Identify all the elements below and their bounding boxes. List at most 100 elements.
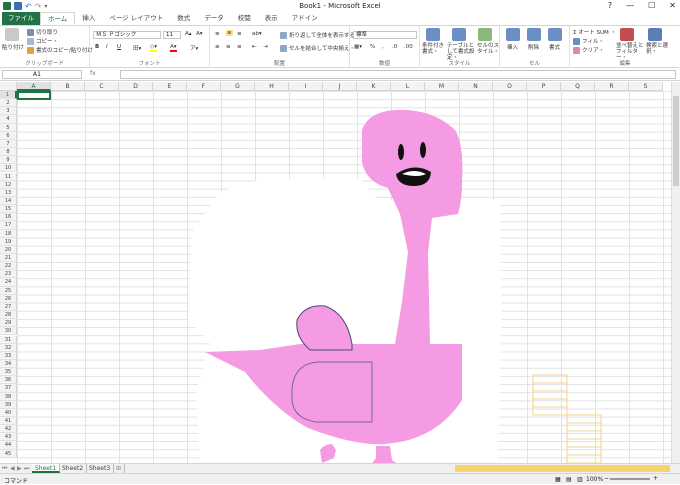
number-group: 標準 ▦▾ % , .0 .00 数値 (350, 26, 420, 68)
borders-icon[interactable]: 田▾ (133, 44, 141, 52)
alignment-label: 配置 (273, 61, 285, 67)
tab-home[interactable]: ホーム (40, 12, 76, 25)
format-button[interactable]: 書式 (549, 43, 560, 51)
middle-align-icon[interactable]: ≡ (226, 30, 233, 36)
tab-insert[interactable]: 挿入 (75, 12, 102, 25)
decrease-indent-icon[interactable]: ⇤ (252, 44, 257, 50)
prev-sheet-icon[interactable]: ◀ (10, 465, 15, 472)
zoom-in-icon[interactable]: + (653, 475, 658, 482)
currency-icon[interactable]: ▦▾ (354, 44, 362, 50)
decrease-decimal-icon[interactable]: .00 (404, 44, 413, 50)
tab-file[interactable]: ファイル (2, 12, 40, 25)
tab-view[interactable]: 表示 (258, 12, 285, 25)
scissors-icon (27, 29, 34, 36)
bold-button[interactable]: B (95, 44, 99, 50)
zoom-level[interactable]: 100% (586, 476, 603, 483)
next-sheet-icon[interactable]: ▶ (17, 465, 22, 472)
delete-button[interactable]: 削除 (528, 43, 539, 51)
wrap-icon (280, 32, 287, 39)
page-break-view-icon[interactable]: ▥ (577, 476, 583, 483)
fx-icon[interactable]: fx (90, 70, 96, 77)
sheet-tab-2[interactable]: Sheet2 (59, 464, 88, 473)
cell-styles-button[interactable]: セルのスタイル・ (477, 43, 499, 55)
tab-data[interactable]: データ (197, 12, 231, 25)
conditional-format-icon[interactable] (426, 28, 440, 41)
formula-bar: A1 fx (0, 69, 680, 81)
increase-indent-icon[interactable]: ⇥ (263, 44, 268, 50)
copy-button[interactable]: コピー・ (27, 37, 58, 45)
autosum-button[interactable]: Σ オート SUM ・ (573, 28, 616, 36)
last-sheet-icon[interactable]: ⏭ (24, 465, 29, 473)
find-select-button[interactable]: 検索と選択・ (646, 43, 674, 55)
zoom-out-icon[interactable]: − (604, 475, 609, 482)
normal-view-icon[interactable]: ▦ (555, 476, 561, 483)
delete-cells-icon[interactable] (527, 28, 541, 41)
underline-button[interactable]: U (117, 44, 121, 50)
number-format-select[interactable]: 標準 (353, 31, 417, 39)
format-cells-icon[interactable] (548, 28, 562, 41)
maximize-icon[interactable]: ☐ (648, 1, 655, 10)
conditional-format-button[interactable]: 条件付き書式・ (422, 43, 446, 55)
comma-icon[interactable]: , (382, 44, 384, 50)
sort-filter-icon[interactable] (620, 28, 634, 41)
shrink-font-icon[interactable]: A▾ (196, 31, 203, 37)
insert-button[interactable]: 挿入 (507, 43, 518, 51)
alignment-group: ≡ ≡ ≡ ab▾ 折り返して全体を表示する ≡ ≡ ≡ ⇤ ⇥ セルを結合して… (210, 26, 355, 68)
close-icon[interactable]: ✕ (669, 1, 676, 10)
format-painter-label: 書式のコピー/貼り付け (36, 48, 93, 54)
fill-down-icon (573, 38, 580, 45)
paste-button[interactable]: 貼り付け (2, 43, 24, 51)
name-box[interactable]: A1 (2, 70, 82, 79)
sheet-tab-1[interactable]: Sheet1 (32, 464, 61, 473)
tab-page-layout[interactable]: ページ レイアウト (102, 12, 170, 25)
tab-formulas[interactable]: 数式 (170, 12, 197, 25)
align-center-icon[interactable]: ≡ (226, 44, 231, 50)
increase-decimal-icon[interactable]: .0 (392, 44, 397, 50)
font-size-select[interactable]: 11 (163, 31, 181, 39)
tab-addins[interactable]: アドイン (285, 12, 325, 25)
tab-review[interactable]: 校閲 (231, 12, 258, 25)
title-bar: ↶ ↷ ▾ Book1 - Microsoft Excel ? — ☐ ✕ (0, 0, 680, 12)
clear-button[interactable]: クリア・ (573, 46, 604, 54)
merge-center-button[interactable]: セルを結合して中央揃え・ (280, 44, 355, 52)
align-left-icon[interactable]: ≡ (215, 44, 220, 50)
font-name-select[interactable]: ＭＳ Ｐゴシック (93, 31, 161, 39)
page-layout-view-icon[interactable]: ▤ (566, 476, 572, 483)
formula-input[interactable] (120, 70, 676, 79)
wrap-text-button[interactable]: 折り返して全体を表示する (280, 31, 355, 39)
bottom-align-icon[interactable]: ≡ (237, 31, 242, 37)
cells-group: 挿入 削除 書式 セル (500, 26, 570, 68)
vertical-scroll-thumb[interactable] (673, 96, 679, 186)
horizontal-scroll-thumb[interactable] (455, 465, 670, 472)
align-right-icon[interactable]: ≡ (237, 44, 242, 50)
italic-button[interactable]: I (106, 44, 108, 50)
top-align-icon[interactable]: ≡ (215, 31, 220, 37)
merge-label: セルを結合して中央揃え・ (289, 46, 355, 52)
fill-color-icon[interactable]: ◇▾ (150, 44, 157, 52)
minimize-icon[interactable]: — (626, 1, 634, 10)
help-icon[interactable]: ? (608, 1, 612, 10)
phonetic-icon[interactable]: ア▾ (190, 44, 198, 52)
fill-label: フィル・ (582, 39, 604, 45)
insert-sheet-icon[interactable]: ⊞ (113, 464, 126, 473)
worksheet-grid[interactable]: ABCDEFGHIJKLMNOPQRS 1 2 3 4 5 6 7 8 9 10 11 12 13 14 1… (0, 82, 680, 463)
sheet-tab-3[interactable]: Sheet3 (86, 464, 115, 473)
paste-icon[interactable] (5, 28, 19, 41)
format-table-icon[interactable] (452, 28, 466, 41)
grow-font-icon[interactable]: A▴ (185, 31, 192, 37)
cut-button[interactable]: 切り取り (27, 28, 58, 36)
zoom-slider[interactable] (610, 478, 650, 480)
format-painter-button[interactable]: 書式のコピー/貼り付け (27, 46, 93, 54)
font-label: フォント (138, 61, 161, 67)
insert-cells-icon[interactable] (506, 28, 520, 41)
orientation-icon[interactable]: ab▾ (252, 31, 262, 37)
cell-styles-icon[interactable] (478, 28, 492, 41)
fill-button[interactable]: フィル・ (573, 37, 604, 45)
find-select-icon[interactable] (648, 28, 662, 41)
first-sheet-icon[interactable]: ⏮ (2, 465, 7, 473)
vertical-scrollbar[interactable] (671, 82, 680, 463)
font-color-icon[interactable]: A▾ (170, 44, 177, 52)
status-bar: コマンド ▦ ▤ ▥ 100% − + (0, 473, 680, 485)
percent-icon[interactable]: % (370, 44, 375, 50)
sheet-tabs-bar: ⏮ ◀ ▶ ⏭ Sheet1 Sheet2 Sheet3 ⊞ (0, 463, 680, 473)
